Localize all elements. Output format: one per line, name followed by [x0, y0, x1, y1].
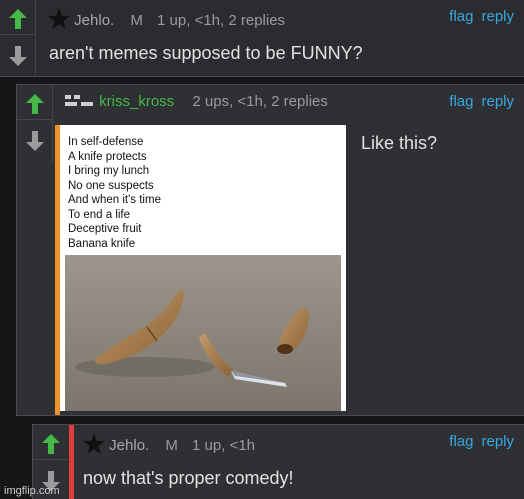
vote-divider	[35, 0, 36, 76]
comment-header: kriss_kross 2 ups, <1h, 2 replies	[65, 93, 328, 110]
comment-actions: flag reply	[441, 433, 514, 450]
flag-link[interactable]: flag	[449, 433, 473, 450]
flag-stripe-icon	[65, 95, 93, 106]
comment-meta: 2 ups, <1h, 2 replies	[192, 93, 328, 110]
comment-text: now that's proper comedy!	[83, 468, 294, 488]
comment-header: Jehlo. M 1 up, <1h, 2 replies	[48, 8, 285, 29]
vote-divider	[52, 85, 53, 163]
downvote-button[interactable]	[17, 125, 52, 156]
comment-actions: flag reply	[441, 8, 514, 25]
meme-image[interactable]: In self-defense A knife protects I bring…	[60, 125, 346, 411]
downvote-button[interactable]	[0, 40, 35, 71]
upvote-arrow-icon	[25, 93, 44, 114]
comment-2: kriss_kross 2 ups, <1h, 2 replies flag re…	[16, 84, 524, 416]
flag-link[interactable]: flag	[449, 8, 473, 25]
username[interactable]: Jehlo.	[109, 437, 149, 454]
comment-text: aren't memes supposed to be FUNNY?	[49, 43, 363, 63]
banana-knife-photo	[65, 255, 341, 411]
comment-3: Jehlo. M 1 up, <1h flag reply now that's …	[32, 424, 524, 499]
username[interactable]: kriss_kross	[99, 93, 174, 110]
mod-badge: M	[165, 437, 178, 454]
comment-meta: 1 up, <1h, 2 replies	[157, 12, 286, 29]
upvote-arrow-icon	[8, 8, 27, 29]
reply-link[interactable]: reply	[481, 433, 514, 450]
watermark: imgflip.com	[4, 485, 60, 497]
star-icon	[48, 8, 70, 29]
downvote-arrow-icon	[25, 130, 44, 151]
star-icon	[83, 433, 105, 454]
comment-1: Jehlo. M 1 up, <1h, 2 replies flag reply …	[0, 0, 524, 77]
upvote-button[interactable]	[17, 88, 52, 120]
comment-meta: 1 up, <1h	[192, 437, 256, 454]
reply-link[interactable]: reply	[481, 8, 514, 25]
comment-header: Jehlo. M 1 up, <1h	[83, 433, 255, 454]
username[interactable]: Jehlo.	[74, 12, 114, 29]
downvote-arrow-icon	[8, 45, 27, 66]
comment-actions: flag reply	[441, 93, 514, 110]
flag-link[interactable]: flag	[449, 93, 473, 110]
reply-link[interactable]: reply	[481, 93, 514, 110]
upvote-button[interactable]	[0, 3, 35, 35]
comment-text: Like this?	[361, 133, 438, 153]
reply-accent-bar	[69, 425, 74, 499]
upvote-button[interactable]	[33, 428, 68, 460]
mod-badge: M	[130, 12, 143, 29]
upvote-arrow-icon	[41, 433, 60, 454]
meme-poem: In self-defense A knife protects I bring…	[68, 136, 161, 250]
